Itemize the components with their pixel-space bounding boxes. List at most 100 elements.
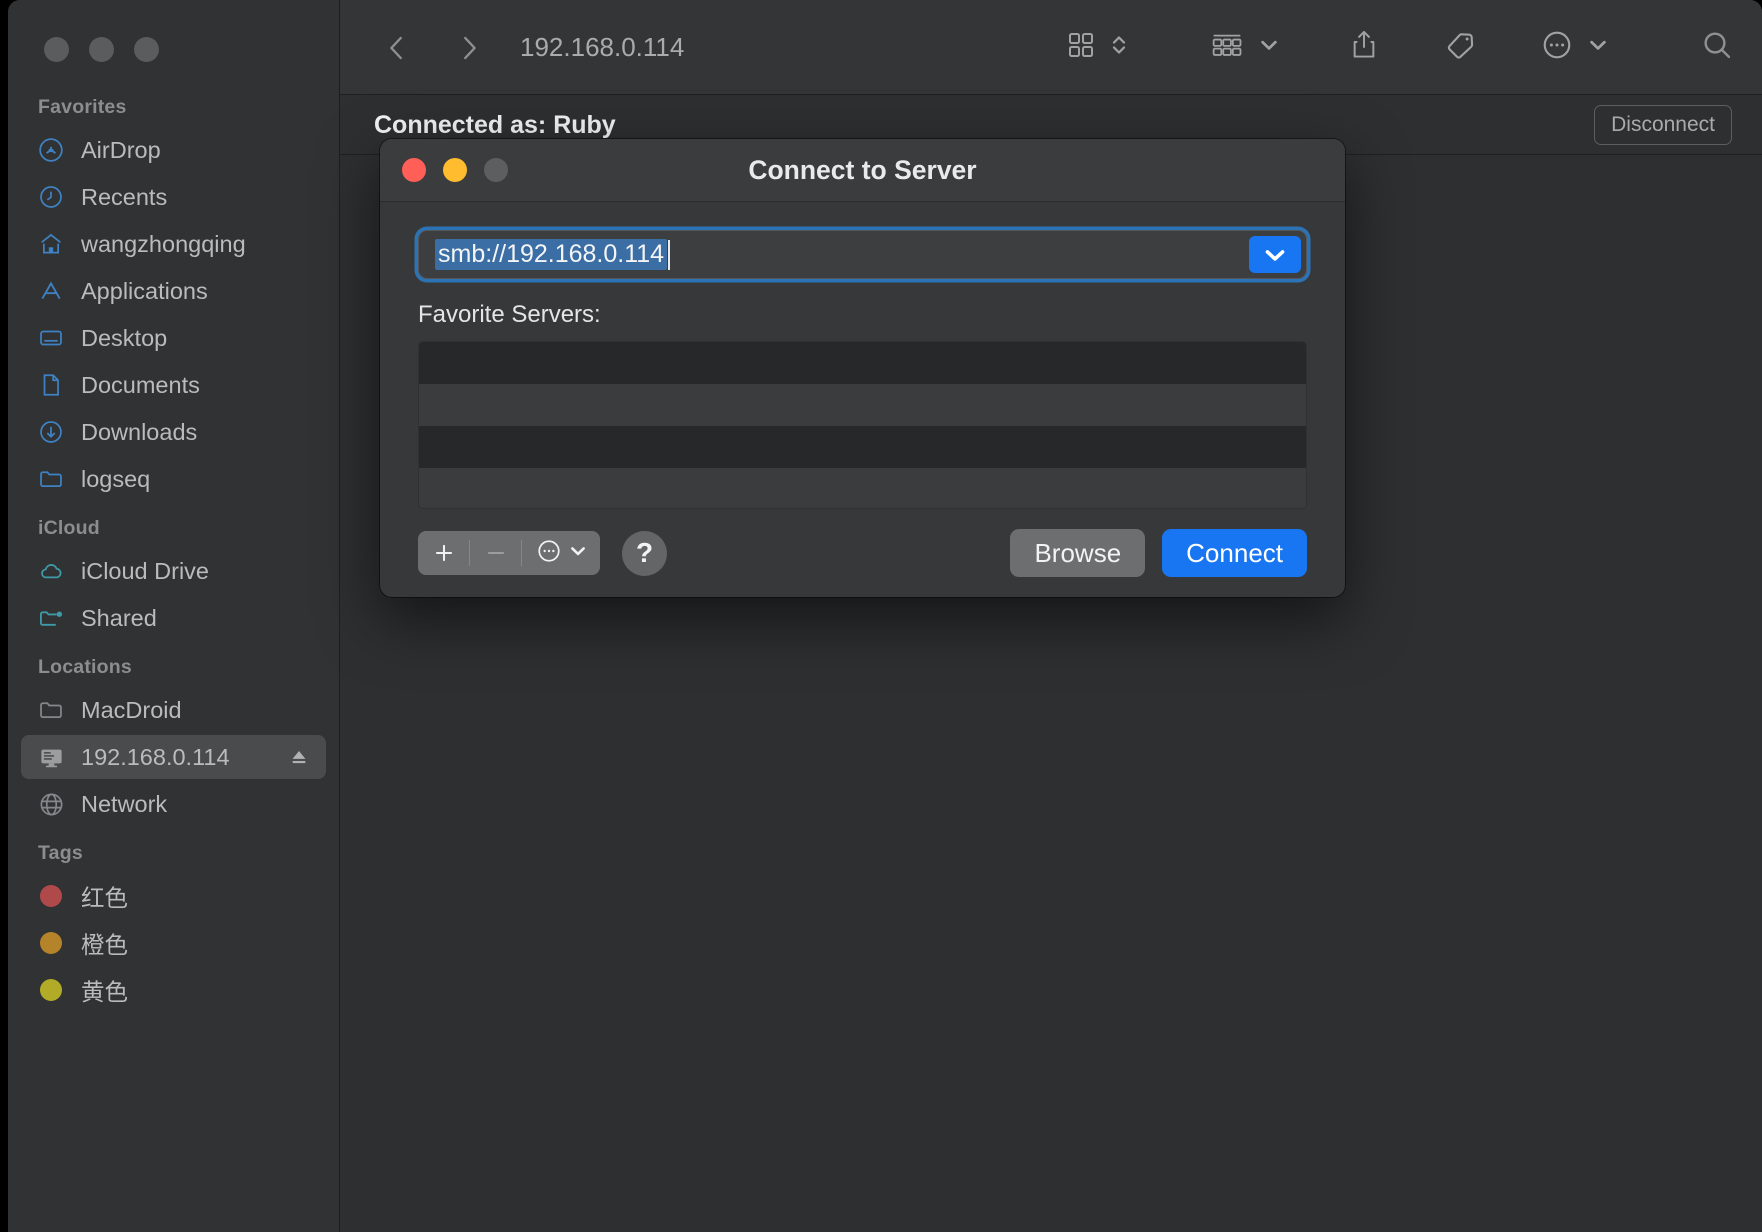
- dialog-footer: ? Browse Connect: [418, 529, 1307, 577]
- back-button[interactable]: [374, 25, 420, 71]
- sidebar-item-documents[interactable]: Documents: [21, 363, 326, 407]
- sidebar-section-tags: Tags: [38, 842, 83, 864]
- sidebar-item-label: iCloud Drive: [81, 557, 209, 584]
- sidebar-item-applications[interactable]: Applications: [21, 269, 326, 313]
- add-favorite-button[interactable]: [418, 531, 469, 575]
- tag-button[interactable]: [1425, 23, 1497, 73]
- group-by-icon: [1210, 30, 1244, 65]
- sidebar-item-desktop[interactable]: Desktop: [21, 316, 326, 360]
- path-title: 192.168.0.114: [520, 32, 685, 62]
- search-button[interactable]: [1680, 23, 1734, 73]
- sidebar-item-label: Network: [81, 790, 168, 817]
- browse-button[interactable]: Browse: [1010, 529, 1146, 577]
- window-traffic-lights: [8, 0, 339, 80]
- up-down-chevron-icon: [1110, 30, 1128, 65]
- dialog-zoom-button: [484, 158, 508, 182]
- recent-servers-dropdown-button[interactable]: [1249, 236, 1301, 273]
- ellipsis-circle-icon: [536, 538, 562, 569]
- chevron-down-icon: [569, 542, 587, 565]
- sidebar-item-label: Shared: [81, 604, 157, 631]
- tag-dot-icon: [37, 976, 65, 1004]
- server-address-combobox[interactable]: smb://192.168.0.114: [418, 230, 1307, 279]
- favorites-actions-segmented-control: [418, 531, 600, 575]
- connect-button[interactable]: Connect: [1162, 529, 1307, 577]
- chevron-down-icon: [1259, 35, 1279, 60]
- eject-icon[interactable]: [288, 746, 310, 768]
- tag-dot-icon: [37, 929, 65, 957]
- sidebar: Favorites AirDrop Recents wangzhongqing …: [8, 0, 339, 1232]
- search-icon: [1700, 28, 1734, 67]
- dialog-minimize-button[interactable]: [443, 158, 467, 182]
- zoom-button[interactable]: [134, 37, 159, 62]
- document-icon: [37, 371, 65, 399]
- list-item[interactable]: [419, 384, 1306, 426]
- minimize-button[interactable]: [89, 37, 114, 62]
- sidebar-item-network[interactable]: Network: [21, 782, 326, 826]
- dialog-title: Connect to Server: [748, 154, 977, 185]
- dialog-traffic-lights: [380, 158, 508, 182]
- chevron-down-icon: [1588, 35, 1608, 60]
- sidebar-item-label: logseq: [81, 465, 151, 492]
- home-icon: [37, 230, 65, 258]
- favorite-servers-label: Favorite Servers:: [418, 301, 601, 328]
- ellipsis-circle-icon: [1541, 29, 1573, 66]
- connected-as-label: Connected as: Ruby: [374, 110, 616, 139]
- shared-folder-icon: [37, 604, 65, 632]
- sidebar-item-label: AirDrop: [81, 136, 161, 163]
- airdrop-icon: [37, 136, 65, 164]
- sidebar-item-macdroid[interactable]: MacDroid: [21, 688, 326, 732]
- connect-to-server-dialog: Connect to Server smb://192.168.0.114 Fa…: [380, 139, 1345, 597]
- sidebar-section-icloud: iCloud: [38, 517, 100, 539]
- tag-dot-icon: [37, 882, 65, 910]
- group-by-button[interactable]: [1190, 23, 1299, 73]
- sidebar-item-logseq[interactable]: logseq: [21, 457, 326, 501]
- close-button[interactable]: [44, 37, 69, 62]
- list-item[interactable]: [419, 468, 1306, 508]
- sidebar-item-icloud-drive[interactable]: iCloud Drive: [21, 549, 326, 593]
- list-item[interactable]: [419, 342, 1306, 384]
- clock-icon: [37, 183, 65, 211]
- sidebar-section-favorites: Favorites: [38, 96, 127, 118]
- sidebar-item-tag-orange[interactable]: 橙色: [21, 921, 326, 965]
- sidebar-item-label: Recents: [81, 183, 168, 210]
- tag-icon: [1445, 29, 1477, 66]
- sidebar-item-label: Downloads: [81, 418, 198, 445]
- sidebar-item-label: Applications: [81, 277, 208, 304]
- sidebar-item-shared[interactable]: Shared: [21, 596, 326, 640]
- sidebar-section-locations: Locations: [38, 656, 132, 678]
- sidebar-item-label: 黄色: [81, 979, 128, 1005]
- sidebar-item-server-192-168-0-114[interactable]: 192.168.0.114: [21, 735, 326, 779]
- share-icon: [1349, 29, 1379, 66]
- remove-favorite-button: [470, 531, 521, 575]
- sidebar-item-downloads[interactable]: Downloads: [21, 410, 326, 454]
- sidebar-item-tag-red[interactable]: 红色: [21, 874, 326, 918]
- help-button[interactable]: ?: [622, 530, 667, 576]
- sidebar-item-label: 192.168.0.114: [81, 743, 230, 770]
- applications-icon: [37, 277, 65, 305]
- sidebar-item-label: MacDroid: [81, 696, 182, 723]
- disconnect-button[interactable]: Disconnect: [1594, 105, 1732, 145]
- dialog-close-button[interactable]: [402, 158, 426, 182]
- globe-icon: [37, 790, 65, 818]
- sidebar-item-label: Documents: [81, 371, 200, 398]
- favorites-more-actions-button[interactable]: [522, 531, 600, 575]
- more-actions-button[interactable]: [1521, 23, 1628, 73]
- sidebar-item-tag-yellow[interactable]: 黄色: [21, 968, 326, 1012]
- sidebar-item-home[interactable]: wangzhongqing: [21, 222, 326, 266]
- dialog-titlebar[interactable]: Connect to Server: [380, 139, 1345, 202]
- server-address-value[interactable]: smb://192.168.0.114: [435, 239, 668, 270]
- finder-window: Favorites AirDrop Recents wangzhongqing …: [8, 0, 1762, 1232]
- cloud-icon: [37, 557, 65, 585]
- dialog-body: smb://192.168.0.114 Favorite Servers: ? …: [380, 202, 1345, 577]
- sidebar-item-label: wangzhongqing: [81, 230, 246, 257]
- sidebar-item-label: 红色: [81, 885, 128, 911]
- favorite-servers-list[interactable]: [418, 341, 1307, 509]
- sidebar-item-recents[interactable]: Recents: [21, 175, 326, 219]
- forward-button[interactable]: [446, 25, 492, 71]
- grid-view-icon: [1066, 30, 1096, 65]
- view-mode-button[interactable]: [1046, 23, 1148, 73]
- share-button[interactable]: [1329, 23, 1399, 73]
- list-item[interactable]: [419, 426, 1306, 468]
- sidebar-item-airdrop[interactable]: AirDrop: [21, 128, 326, 172]
- sidebar-item-label: 橙色: [81, 932, 128, 958]
